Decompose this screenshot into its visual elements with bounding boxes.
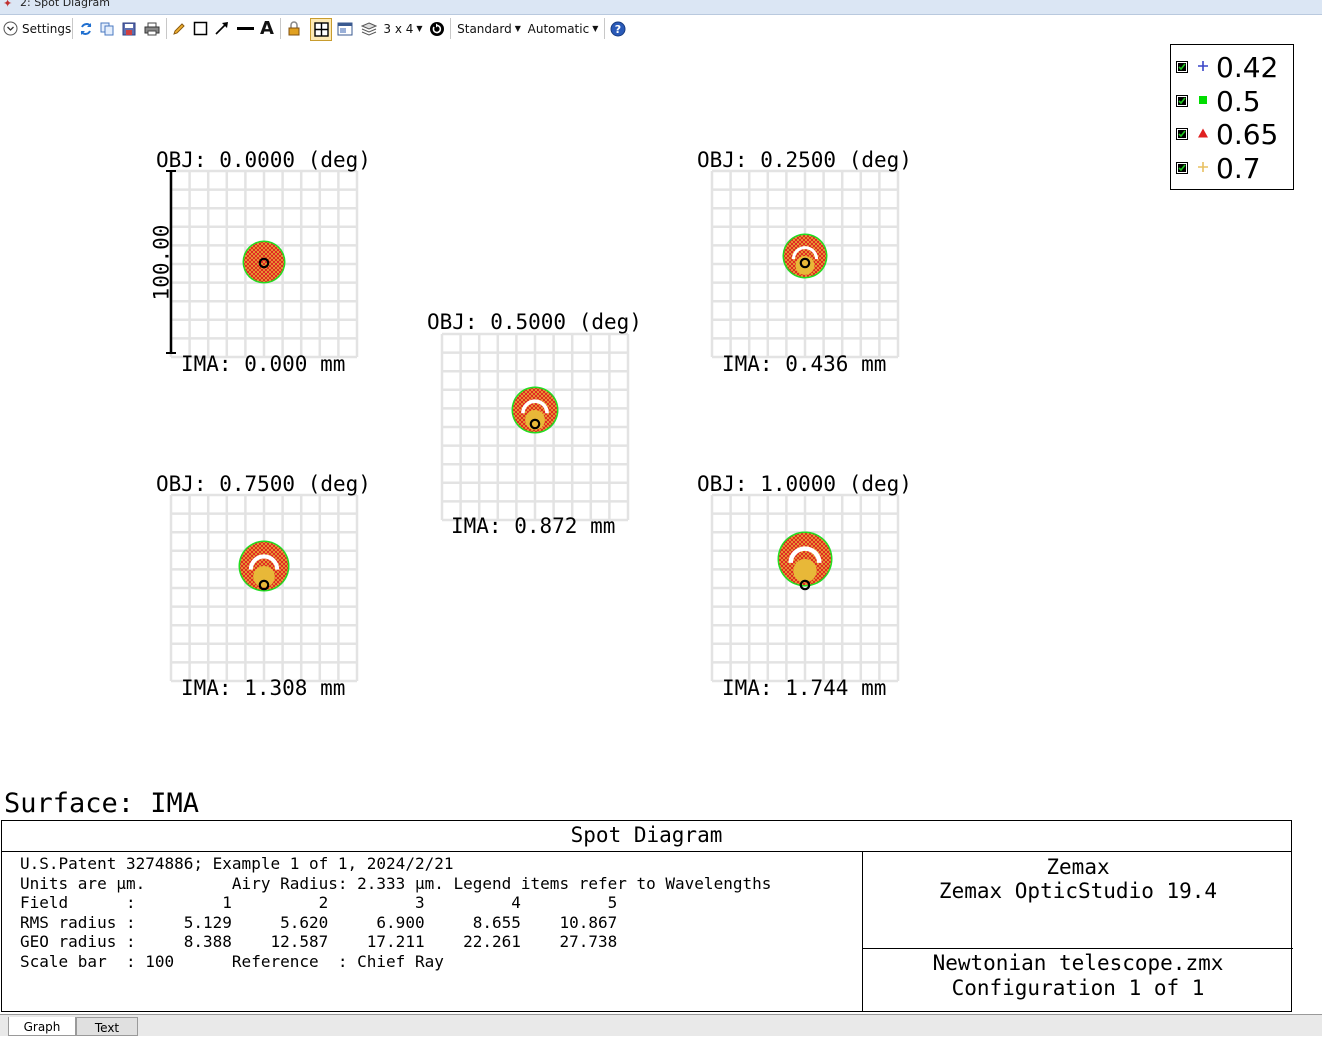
arrow-icon[interactable]	[213, 19, 231, 38]
chevron-down-icon[interactable]	[2, 19, 19, 38]
legend-item-0.7: 0.7	[1171, 151, 1293, 183]
window-title-bar: ✦ 2: Spot Diagram	[0, 0, 1322, 15]
plus-marker-icon	[1196, 59, 1210, 73]
layout-dropdown[interactable]: 3 x 4 ▼	[383, 19, 423, 38]
spot-3-obj-label: OBJ: 0.5000 (deg)	[427, 310, 642, 334]
spot-panel-4	[169, 493, 359, 683]
legend-label: 0.5	[1216, 85, 1261, 118]
caret-down-icon: ▼	[592, 24, 599, 33]
info-line-geo: GEO radius : 8.388 12.587 17.211 22.261 …	[20, 932, 618, 952]
info-line-field: Field : 1 2 3 4 5	[20, 893, 618, 913]
info-line-patent: U.S.Patent 3274886; Example 1 of 1, 2024…	[20, 854, 454, 873]
tab-graph[interactable]: Graph	[8, 1017, 76, 1036]
spot-4-ima-label: IMA: 1.308 mm	[181, 676, 346, 700]
pencil-icon[interactable]	[171, 19, 187, 38]
copy-icon[interactable]	[99, 19, 115, 38]
spot-rays	[244, 242, 284, 282]
spot-panel-1	[169, 169, 359, 359]
legend-label: 0.65	[1216, 118, 1279, 151]
automatic-dropdown-label: Automatic	[527, 21, 590, 36]
standard-dropdown-label: Standard	[457, 21, 512, 36]
print-icon[interactable]	[143, 19, 161, 38]
standard-dropdown[interactable]: Standard ▼	[456, 19, 522, 38]
legend-item-0.5: 0.5	[1171, 84, 1293, 116]
spot-core	[793, 559, 817, 583]
checkbox-icon[interactable]	[1176, 162, 1188, 174]
help-icon[interactable]: ?	[609, 19, 627, 38]
rectangle-icon[interactable]	[192, 19, 208, 38]
settings-button[interactable]: Settings	[22, 19, 71, 38]
file-label: Newtonian telescope.zmx	[932, 951, 1224, 975]
info-title: Spot Diagram	[2, 821, 1291, 852]
caret-down-icon: ▼	[514, 24, 521, 33]
legend-item-0.65: 0.65	[1171, 117, 1293, 149]
wavelength-legend: 0.42 0.5 0.65 0.7	[1170, 44, 1294, 190]
spot-panel-2	[710, 169, 900, 359]
config-label: Configuration 1 of 1	[951, 976, 1205, 1000]
grid-layout-icon[interactable]	[310, 18, 332, 41]
spot-panel-3	[440, 332, 630, 522]
info-text: U.S.Patent 3274886; Example 1 of 1, 2024…	[20, 854, 771, 972]
spot-1-obj-label: OBJ: 0.0000 (deg)	[156, 148, 371, 172]
info-line-scale: Scale bar : 100 Reference : Chief Ray	[20, 951, 444, 971]
company-label: Zemax	[1046, 855, 1110, 879]
toolbar: Settings A 3 x 4 ▼ Standard ▼ Automatic …	[0, 15, 1322, 42]
spot-5-obj-label: OBJ: 1.0000 (deg)	[697, 472, 912, 496]
info-box: Spot Diagram U.S.Patent 3274886; Example…	[1, 820, 1293, 1012]
spot-1-ima-label: IMA: 0.000 mm	[181, 352, 346, 376]
save-icon[interactable]	[121, 19, 137, 38]
info-line-units: Units are µm. Airy Radius: 2.333 µm. Leg…	[20, 873, 772, 893]
square-marker-icon	[1196, 93, 1210, 107]
text-icon[interactable]: A	[258, 18, 276, 39]
svg-text:?: ?	[615, 23, 621, 36]
surface-label: Surface: IMA	[4, 788, 200, 819]
checkbox-icon[interactable]	[1176, 128, 1188, 140]
caret-down-icon: ▼	[416, 24, 423, 33]
legend-label: 0.7	[1216, 152, 1261, 185]
plus-marker-icon	[1196, 160, 1210, 174]
info-line-rms: RMS radius : 5.129 5.620 6.900 8.655 10.…	[20, 912, 618, 932]
spot-4-obj-label: OBJ: 0.7500 (deg)	[156, 472, 371, 496]
spot-core	[253, 566, 275, 588]
automatic-dropdown[interactable]: Automatic ▼	[527, 19, 599, 38]
line-icon[interactable]	[236, 19, 254, 38]
scale-bar-label: 100.00	[149, 224, 174, 301]
spot-panel-5	[710, 493, 900, 683]
refresh-icon[interactable]	[78, 19, 94, 38]
rotate-icon[interactable]	[428, 19, 446, 38]
checkbox-icon[interactable]	[1176, 95, 1188, 107]
spot-3-ima-label: IMA: 0.872 mm	[451, 514, 616, 538]
legend-label: 0.42	[1216, 51, 1279, 84]
checkbox-icon[interactable]	[1176, 61, 1188, 73]
window-icon[interactable]	[336, 19, 354, 38]
spot-2-ima-label: IMA: 0.436 mm	[722, 352, 887, 376]
spot-2-obj-label: OBJ: 0.2500 (deg)	[697, 148, 912, 172]
tab-text[interactable]: Text	[76, 1017, 138, 1036]
lock-icon[interactable]	[286, 19, 302, 38]
layout-dropdown-label: 3 x 4	[383, 21, 414, 36]
view-tabs: Graph Text	[0, 1014, 1322, 1036]
spot-5-ima-label: IMA: 1.744 mm	[722, 676, 887, 700]
triangle-marker-icon	[1196, 126, 1210, 140]
window-title: 2: Spot Diagram	[20, 0, 110, 9]
app-icon: ✦	[3, 0, 13, 10]
product-label: Zemax OpticStudio 19.4	[938, 879, 1218, 903]
legend-item-0.42: 0.42	[1171, 50, 1293, 82]
layers-icon[interactable]	[360, 19, 378, 38]
